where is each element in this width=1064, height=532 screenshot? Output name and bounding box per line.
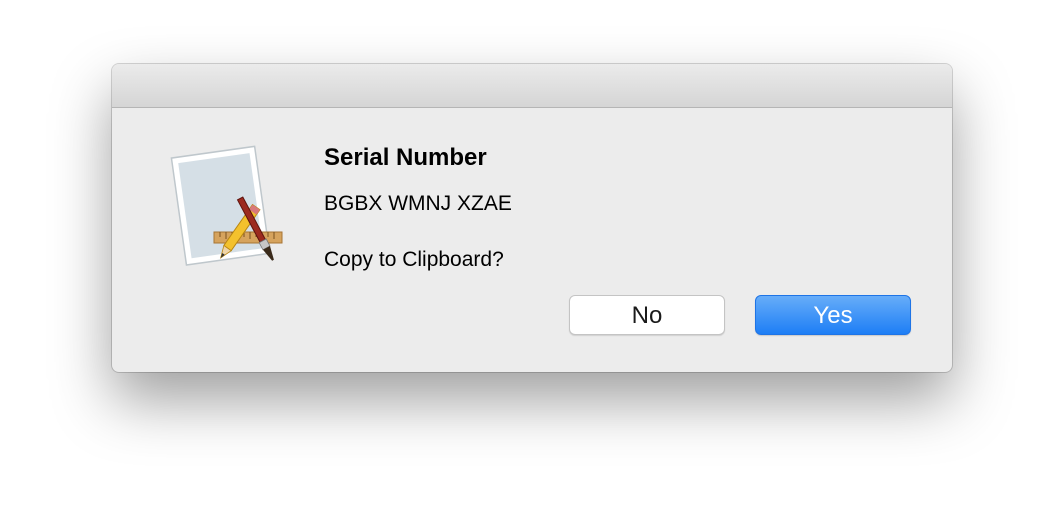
alert-dialog: Serial Number BGBX WMNJ XZAE Copy to Cli… [112, 64, 952, 372]
no-button[interactable]: No [569, 295, 725, 335]
dialog-title: Serial Number [324, 144, 487, 171]
serial-number-value: BGBX WMNJ XZAE [324, 192, 512, 215]
dialog-titlebar[interactable] [112, 64, 952, 108]
yes-button[interactable]: Yes [755, 295, 911, 335]
dialog-question: Copy to Clipboard? [324, 248, 504, 271]
app-developer-icon [170, 142, 288, 270]
